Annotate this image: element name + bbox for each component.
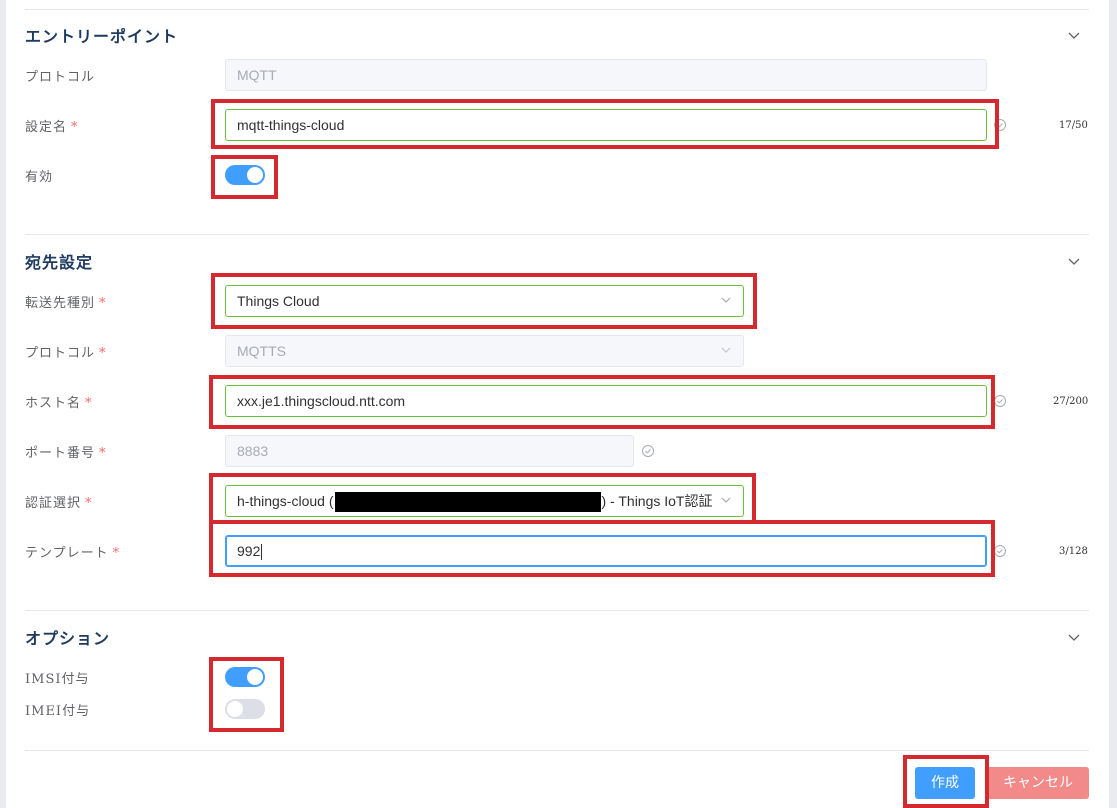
chevron-down-icon[interactable] xyxy=(1067,254,1081,268)
port-label: ポート番号 * xyxy=(25,446,107,461)
check-circle-icon xyxy=(994,119,1006,131)
section-title-destination: 宛先設定 xyxy=(25,253,94,272)
dest-protocol-label: プロトコル * xyxy=(25,346,107,361)
enabled-toggle[interactable] xyxy=(225,165,265,185)
chevron-down-icon xyxy=(721,297,731,303)
name-counter: 17/50 xyxy=(1059,120,1088,131)
enabled-label: 有効 xyxy=(25,170,54,185)
redacted-block xyxy=(334,492,601,513)
divider xyxy=(25,610,1089,611)
chevron-down-icon[interactable] xyxy=(1067,28,1081,42)
check-circle-icon xyxy=(994,395,1006,407)
host-counter: 27/200 xyxy=(1053,396,1089,407)
check-circle-icon xyxy=(994,545,1006,557)
section-title-entry: エントリーポイント xyxy=(25,27,179,46)
section-title-options: オプション xyxy=(25,629,111,648)
auth-value-suffix: ) - Things IoT認証 xyxy=(601,493,713,509)
host-input[interactable]: xxx.je1.thingscloud.ntt.com xyxy=(225,385,987,417)
name-input[interactable]: mqtt-things-cloud xyxy=(225,109,987,141)
text-cursor xyxy=(261,544,263,561)
protocol-label: プロトコル xyxy=(25,70,96,85)
toggle-knob xyxy=(247,669,263,685)
entry-protocol-field: MQTT xyxy=(225,59,987,91)
auth-select[interactable]: h-things-cloud ( ) - Things IoT認証 xyxy=(225,485,744,517)
chevron-down-icon xyxy=(721,347,731,353)
chevron-down-icon xyxy=(721,495,731,505)
create-button[interactable]: 作成 xyxy=(915,767,975,799)
imei-label: IMEI付与 xyxy=(25,704,91,719)
imsi-label: IMSI付与 xyxy=(25,672,90,687)
imsi-toggle[interactable] xyxy=(225,667,265,687)
check-circle-icon xyxy=(642,445,654,457)
dest-protocol-select: MQTTS xyxy=(225,335,744,367)
dest-type-value: Things Cloud xyxy=(237,293,320,309)
imei-toggle[interactable] xyxy=(225,699,265,719)
divider xyxy=(25,234,1089,235)
dest-type-select[interactable]: Things Cloud xyxy=(225,285,744,317)
auth-label: 認証選択 * xyxy=(25,496,93,511)
template-input[interactable]: 992 xyxy=(225,535,987,567)
toggle-knob xyxy=(227,701,243,717)
cancel-button[interactable]: キャンセル xyxy=(987,767,1089,799)
divider xyxy=(25,9,1089,10)
host-label: ホスト名 * xyxy=(25,396,93,411)
dest-protocol-value: MQTTS xyxy=(237,343,286,359)
toggle-knob xyxy=(247,167,263,183)
template-label: テンプレート * xyxy=(25,546,121,561)
name-label: 設定名 * xyxy=(25,120,79,135)
template-value: 992 xyxy=(237,543,261,559)
chevron-down-icon[interactable] xyxy=(1067,630,1081,644)
template-counter: 3/128 xyxy=(1059,546,1088,557)
auth-value-prefix: h-things-cloud ( xyxy=(237,493,334,509)
divider xyxy=(25,750,1089,751)
port-field: 8883 xyxy=(225,435,634,467)
dest-type-label: 転送先種別 * xyxy=(25,296,107,311)
